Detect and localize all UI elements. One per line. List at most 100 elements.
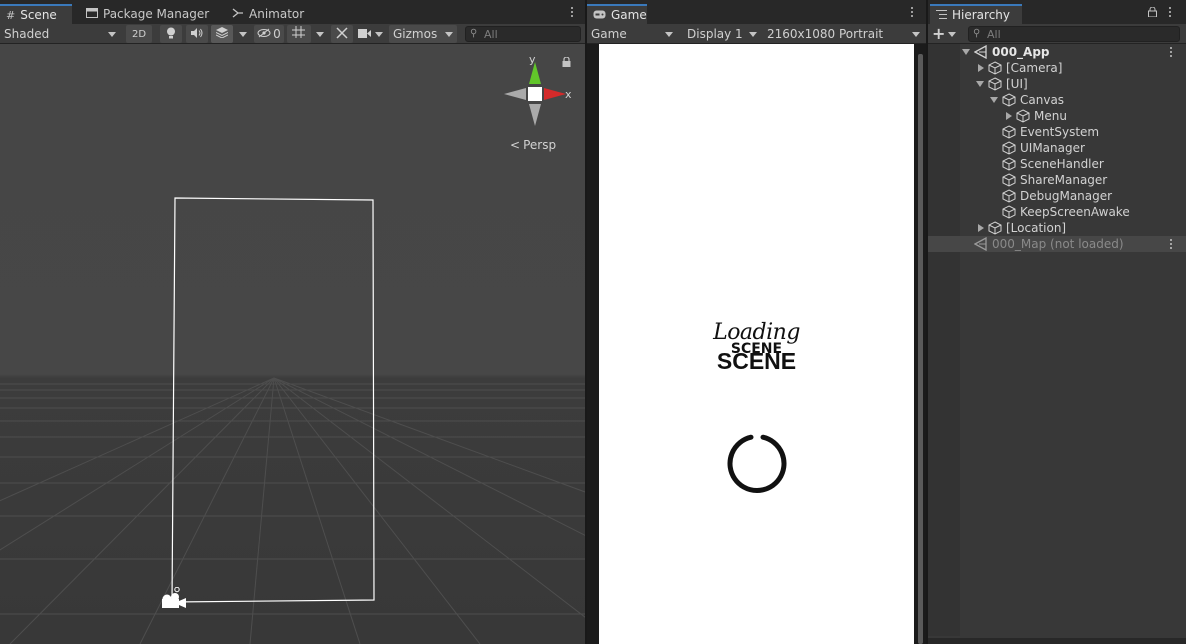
hierarchy-item-scenehandler[interactable]: SceneHandler: [928, 156, 1186, 172]
hierarchy-item-label: Menu: [1034, 109, 1067, 123]
grid-icon: [292, 25, 306, 43]
hierarchy-item-debugmanager[interactable]: DebugManager: [928, 188, 1186, 204]
toggle-2d-label: 2D: [131, 28, 147, 40]
tab-animator[interactable]: Animator: [226, 4, 310, 24]
expand-arrow-icon[interactable]: [976, 81, 984, 87]
hierarchy-item-uimanager[interactable]: UIManager: [928, 140, 1186, 156]
list-icon: [936, 8, 947, 22]
expand-arrow-icon[interactable]: [1006, 112, 1012, 120]
game-tab-menu-icon[interactable]: [907, 5, 917, 19]
projection-toggle[interactable]: < Persp: [510, 138, 556, 152]
scene-tab-menu-icon[interactable]: [567, 5, 577, 19]
hierarchy-item-label: KeepScreenAwake: [1020, 205, 1130, 219]
lightbulb-icon: [166, 27, 176, 42]
tools-icon: [336, 26, 348, 42]
perspective-icon: <: [510, 138, 521, 152]
lighting-toggle-button[interactable]: [160, 25, 182, 43]
game-tabbar: Game: [587, 0, 926, 24]
expand-arrow-icon[interactable]: [990, 97, 998, 103]
game-viewport[interactable]: Loading SCENE SCENE: [587, 44, 926, 644]
hierarchy-tree: 000_App [Camera] [UI] Canvas Menu EventS…: [928, 44, 1186, 644]
grid-hash-icon: #: [6, 8, 16, 22]
audio-toggle-button[interactable]: [186, 25, 208, 43]
hierarchy-tab-menu-icon[interactable]: [1165, 5, 1175, 19]
effects-toggle-button[interactable]: [211, 25, 233, 43]
hidden-objects-toggle[interactable]: 0: [254, 25, 284, 43]
animator-icon: [232, 7, 244, 21]
grid-dropdown[interactable]: [313, 25, 327, 43]
hierarchy-toolbar: + ⚲ All: [928, 24, 1186, 44]
camera-settings-dropdown[interactable]: [358, 25, 386, 43]
game-panel: Game Game Display 1 2160x1080 Portrait L…: [587, 0, 926, 644]
hierarchy-item-label: 000_Map (not loaded): [992, 237, 1124, 251]
hierarchy-item-label: SceneHandler: [1020, 157, 1104, 171]
scene-viewport[interactable]: y x < Persp: [0, 44, 585, 644]
camera-gizmo-icon[interactable]: [158, 586, 188, 616]
tab-package-manager-label: Package Manager: [103, 7, 210, 21]
hierarchy-item-menu[interactable]: Menu: [928, 108, 1186, 124]
hierarchy-item-000-map[interactable]: 000_Map (not loaded): [928, 236, 1186, 252]
shading-mode-value: Shaded: [4, 27, 50, 41]
chevron-down-icon: [375, 31, 383, 37]
scene-search-input[interactable]: ⚲ All: [465, 26, 581, 42]
create-dropdown[interactable]: +: [932, 25, 960, 43]
hierarchy-item-sharemanager[interactable]: ShareManager: [928, 172, 1186, 188]
package-icon: [86, 7, 98, 21]
tab-game-label: Game: [611, 8, 647, 22]
expand-arrow-icon[interactable]: [962, 49, 970, 55]
hierarchy-item-label: DebugManager: [1020, 189, 1113, 203]
tools-button[interactable]: [331, 25, 353, 43]
game-toolbar: Game Display 1 2160x1080 Portrait: [587, 24, 926, 44]
display-value: Display 1: [687, 27, 743, 41]
game-scrollbar[interactable]: [918, 54, 923, 644]
tab-scene[interactable]: # Scene: [0, 4, 72, 24]
hierarchy-item-000-app[interactable]: 000_App: [928, 44, 1186, 60]
resolution-dropdown[interactable]: 2160x1080 Portrait: [767, 25, 920, 43]
expand-arrow-icon[interactable]: [978, 64, 984, 72]
unity-scene-icon: [973, 236, 988, 254]
view-mode-dropdown[interactable]: Game: [591, 25, 675, 43]
display-dropdown[interactable]: Display 1: [687, 25, 757, 43]
hierarchy-item-label: 000_App: [992, 45, 1050, 59]
scene-menu-icon[interactable]: [1166, 237, 1176, 251]
hierarchy-item-canvas[interactable]: Canvas: [928, 92, 1186, 108]
search-icon: ⚲: [973, 28, 981, 39]
tab-game[interactable]: Game: [587, 4, 647, 24]
tab-hierarchy[interactable]: Hierarchy: [930, 4, 1022, 24]
hierarchy-item-label: UIManager: [1020, 141, 1085, 155]
speaker-icon: [191, 27, 203, 41]
resolution-value: 2160x1080 Portrait: [767, 27, 884, 41]
chevron-down-icon: [948, 31, 957, 37]
lock-icon[interactable]: [1148, 6, 1157, 20]
hidden-count: 0: [273, 27, 281, 41]
hierarchy-search-placeholder: All: [987, 27, 1001, 41]
hierarchy-item-ui[interactable]: [UI]: [928, 76, 1186, 92]
hierarchy-tabbar: Hierarchy: [928, 0, 1186, 24]
hierarchy-item-label: [Camera]: [1006, 61, 1063, 75]
hierarchy-panel: Hierarchy + ⚲ All 000_App [Camera] [UI] …: [928, 0, 1186, 644]
grid-toggle-button[interactable]: [287, 25, 311, 43]
chevron-down-icon: [316, 31, 324, 37]
effects-dropdown[interactable]: [236, 25, 250, 43]
scene-menu-icon[interactable]: [1166, 45, 1176, 59]
hierarchy-search-input[interactable]: ⚲ All: [968, 26, 1180, 42]
projection-label: Persp: [523, 138, 557, 152]
tab-scene-label: Scene: [20, 8, 57, 22]
tab-package-manager[interactable]: Package Manager: [80, 4, 215, 24]
video-camera-icon: [358, 27, 371, 41]
scene-search-placeholder: All: [484, 27, 498, 41]
hierarchy-item-eventsystem[interactable]: EventSystem: [928, 124, 1186, 140]
hierarchy-item-keepscreenawake[interactable]: KeepScreenAwake: [928, 204, 1186, 220]
orientation-gizmo[interactable]: y x < Persp: [500, 50, 584, 160]
hierarchy-item-location[interactable]: [Location]: [928, 220, 1186, 236]
gamepad-icon: [593, 8, 606, 22]
toggle-2d-button[interactable]: 2D: [126, 25, 152, 43]
canvas-bounds-outline: [171, 197, 375, 603]
scene-toolbar: Shaded 2D 0 Gizmos ⚲ All: [0, 24, 585, 44]
gizmos-dropdown[interactable]: Gizmos: [389, 25, 457, 43]
chevron-down-icon: [749, 32, 757, 37]
view-mode-value: Game: [591, 27, 627, 41]
expand-arrow-icon[interactable]: [978, 224, 984, 232]
shading-mode-dropdown[interactable]: Shaded: [4, 25, 118, 43]
hierarchy-item-camera[interactable]: [Camera]: [928, 60, 1186, 76]
